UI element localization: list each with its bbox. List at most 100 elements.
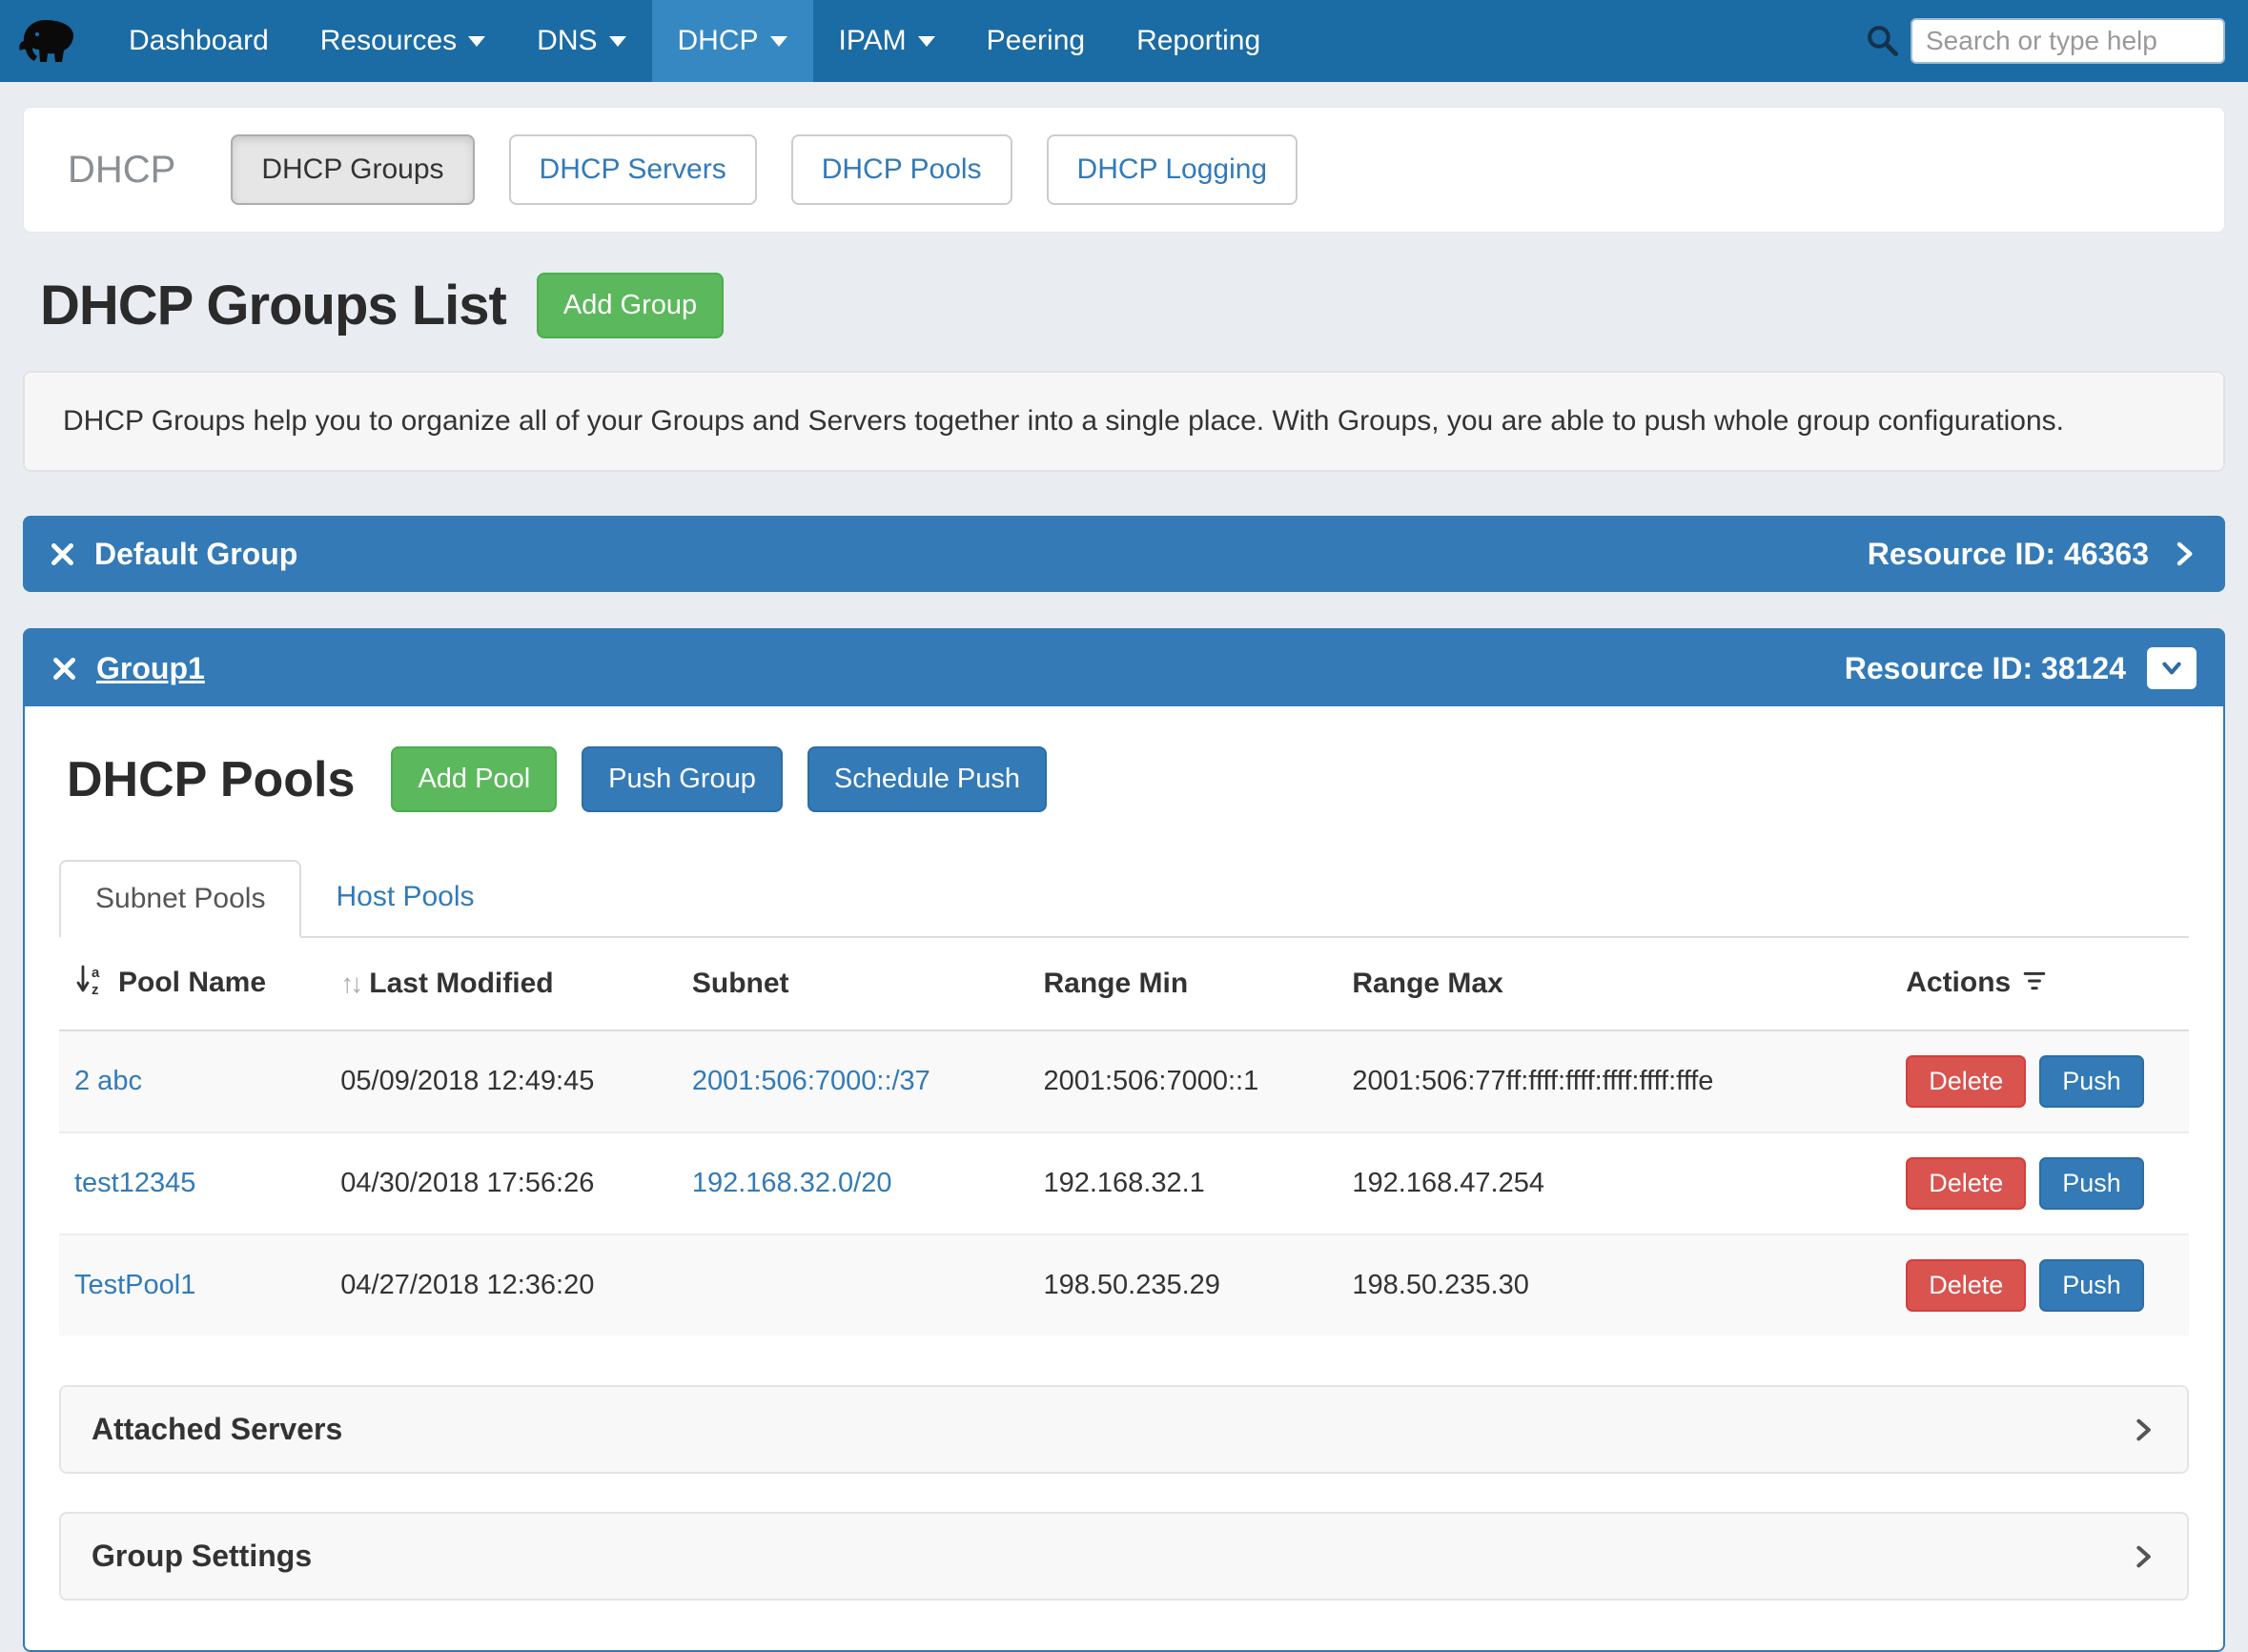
group-panel-group1: Group1 Resource ID: 38124 DHCP Pools Add… bbox=[23, 628, 2225, 1652]
add-group-button[interactable]: Add Group bbox=[537, 273, 724, 338]
header-label: Subnet bbox=[692, 968, 789, 999]
mammoth-logo-icon bbox=[17, 16, 78, 66]
pool-name-link[interactable]: 2 abc bbox=[74, 1066, 142, 1096]
range-max-cell: 192.168.47.254 bbox=[1337, 1132, 1890, 1234]
delete-button[interactable]: Delete bbox=[1906, 1157, 2026, 1210]
page-title: DHCP Groups List bbox=[40, 274, 506, 337]
tab-dhcp-logging[interactable]: DHCP Logging bbox=[1047, 134, 1298, 205]
tab-dhcp-groups[interactable]: DHCP Groups bbox=[231, 134, 474, 205]
group-right: Resource ID: 46363 bbox=[1868, 537, 2198, 572]
tab-label: Subnet Pools bbox=[95, 883, 265, 914]
push-group-button[interactable]: Push Group bbox=[582, 746, 783, 812]
nav-item-dns[interactable]: DNS bbox=[511, 0, 651, 82]
chevron-right-icon bbox=[2130, 1540, 2156, 1573]
header-range-min[interactable]: Range Min bbox=[1028, 938, 1337, 1030]
table-row: 2 abc 05/09/2018 12:49:45 2001:506:7000:… bbox=[59, 1030, 2189, 1132]
group-row-default-group[interactable]: Default Group Resource ID: 46363 bbox=[23, 516, 2225, 592]
subnav-label: DHCP bbox=[68, 149, 175, 192]
add-pool-button[interactable]: Add Pool bbox=[391, 746, 557, 812]
range-min-cell: 2001:506:7000::1 bbox=[1028, 1030, 1337, 1132]
header-label: Actions bbox=[1906, 967, 2011, 998]
close-icon[interactable] bbox=[51, 656, 77, 682]
header-subnet[interactable]: Subnet bbox=[677, 938, 1029, 1030]
pools-header: DHCP Pools Add Pool Push Group Schedule … bbox=[67, 746, 2189, 812]
group-settings-section[interactable]: Group Settings bbox=[59, 1512, 2189, 1601]
delete-button[interactable]: Delete bbox=[1906, 1259, 2026, 1312]
delete-button[interactable]: Delete bbox=[1906, 1055, 2026, 1108]
header-label: Pool Name bbox=[118, 967, 266, 998]
group-row-group1[interactable]: Group1 Resource ID: 38124 bbox=[25, 630, 2223, 706]
navbar-search bbox=[1865, 0, 2225, 82]
range-max-cell: 2001:506:77ff:ffff:ffff:ffff:ffff:fffe bbox=[1337, 1030, 1890, 1132]
tab-label: Host Pools bbox=[336, 881, 474, 912]
collapse-toggle-button[interactable] bbox=[2147, 647, 2197, 689]
search-input[interactable] bbox=[1911, 18, 2225, 64]
subnet-pools-table: a z Pool Name ↑↓ Last Modified Subnet Ran… bbox=[59, 938, 2189, 1336]
nav-item-dhcp[interactable]: DHCP bbox=[652, 0, 813, 82]
filter-icon[interactable] bbox=[2022, 969, 2047, 1001]
push-button[interactable]: Push bbox=[2039, 1259, 2144, 1312]
last-modified-cell: 04/30/2018 17:56:26 bbox=[325, 1132, 677, 1234]
nav-item-label: Peering bbox=[987, 25, 1085, 57]
actions-cell: DeletePush bbox=[1890, 1030, 2189, 1132]
chevron-right-icon[interactable] bbox=[2170, 537, 2198, 571]
page-description: DHCP Groups help you to organize all of … bbox=[23, 371, 2225, 472]
nav-item-resources[interactable]: Resources bbox=[295, 0, 511, 82]
nav-item-label: Reporting bbox=[1136, 25, 1260, 57]
push-button[interactable]: Push bbox=[2039, 1157, 2144, 1210]
attached-servers-section[interactable]: Attached Servers bbox=[59, 1385, 2189, 1474]
section-label: Group Settings bbox=[92, 1539, 312, 1574]
tab-dhcp-servers[interactable]: DHCP Servers bbox=[509, 134, 757, 205]
subnet-link[interactable]: 2001:506:7000::/37 bbox=[692, 1066, 930, 1096]
schedule-push-button[interactable]: Schedule Push bbox=[807, 746, 1047, 812]
close-icon[interactable] bbox=[50, 541, 75, 567]
range-min-cell: 192.168.32.1 bbox=[1028, 1132, 1337, 1234]
tab-subnet-pools[interactable]: Subnet Pools bbox=[59, 860, 301, 938]
sort-alpha-icon[interactable]: a z bbox=[74, 963, 107, 1005]
pool-name-link[interactable]: test12345 bbox=[74, 1168, 195, 1198]
table-row: TestPool1 04/27/2018 12:36:20 198.50.235… bbox=[59, 1234, 2189, 1336]
nav-item-ipam[interactable]: IPAM bbox=[813, 0, 961, 82]
header-label: Range Max bbox=[1352, 968, 1502, 999]
pool-name-link[interactable]: TestPool1 bbox=[74, 1270, 195, 1300]
sort-updown-icon[interactable]: ↑↓ bbox=[340, 969, 359, 998]
dhcp-pools-title: DHCP Pools bbox=[67, 751, 355, 808]
chevron-down-icon bbox=[770, 36, 787, 47]
chevron-down-icon bbox=[918, 36, 935, 47]
group-right: Resource ID: 38124 bbox=[1845, 647, 2197, 689]
provision-logo[interactable] bbox=[17, 0, 78, 82]
push-button[interactable]: Push bbox=[2039, 1055, 2144, 1108]
pools-tabs: Subnet Pools Host Pools bbox=[59, 860, 2189, 938]
chevron-right-icon bbox=[2130, 1414, 2156, 1446]
table-header-row: a z Pool Name ↑↓ Last Modified Subnet Ran… bbox=[59, 938, 2189, 1030]
actions-cell: DeletePush bbox=[1890, 1234, 2189, 1336]
dhcp-subnav-card: DHCP DHCP Groups DHCP Servers DHCP Pools… bbox=[23, 107, 2225, 233]
nav-item-dashboard[interactable]: Dashboard bbox=[103, 0, 295, 82]
navbar-spacer bbox=[1286, 0, 1865, 82]
tab-host-pools[interactable]: Host Pools bbox=[301, 860, 508, 936]
nav-item-reporting[interactable]: Reporting bbox=[1111, 0, 1286, 82]
header-label: Last Modified bbox=[369, 968, 553, 999]
last-modified-cell: 04/27/2018 12:36:20 bbox=[325, 1234, 677, 1336]
range-min-cell: 198.50.235.29 bbox=[1028, 1234, 1337, 1336]
table-row: test12345 04/30/2018 17:56:26 192.168.32… bbox=[59, 1132, 2189, 1234]
header-pool-name[interactable]: a z Pool Name bbox=[59, 938, 325, 1030]
header-last-modified[interactable]: ↑↓ Last Modified bbox=[325, 938, 677, 1030]
chevron-down-icon bbox=[468, 36, 485, 47]
svg-text:z: z bbox=[92, 982, 99, 997]
group-name-link[interactable]: Group1 bbox=[96, 651, 205, 686]
subnet-link[interactable]: 192.168.32.0/20 bbox=[692, 1168, 892, 1198]
top-navbar: Dashboard Resources DNS DHCP IPAM Peerin… bbox=[0, 0, 2248, 82]
resource-id-label: Resource ID: 38124 bbox=[1845, 651, 2126, 686]
chevron-down-icon bbox=[609, 36, 626, 47]
group1-panel-body: DHCP Pools Add Pool Push Group Schedule … bbox=[25, 706, 2223, 1650]
nav-item-peering[interactable]: Peering bbox=[961, 0, 1111, 82]
svg-text:a: a bbox=[92, 965, 100, 981]
range-max-cell: 198.50.235.30 bbox=[1337, 1234, 1890, 1336]
last-modified-cell: 05/09/2018 12:49:45 bbox=[325, 1030, 677, 1132]
tab-dhcp-pools[interactable]: DHCP Pools bbox=[791, 134, 1012, 205]
search-icon bbox=[1865, 23, 1901, 59]
nav-item-label: IPAM bbox=[839, 25, 907, 57]
group-name: Default Group bbox=[94, 537, 297, 572]
header-range-max[interactable]: Range Max bbox=[1337, 938, 1890, 1030]
